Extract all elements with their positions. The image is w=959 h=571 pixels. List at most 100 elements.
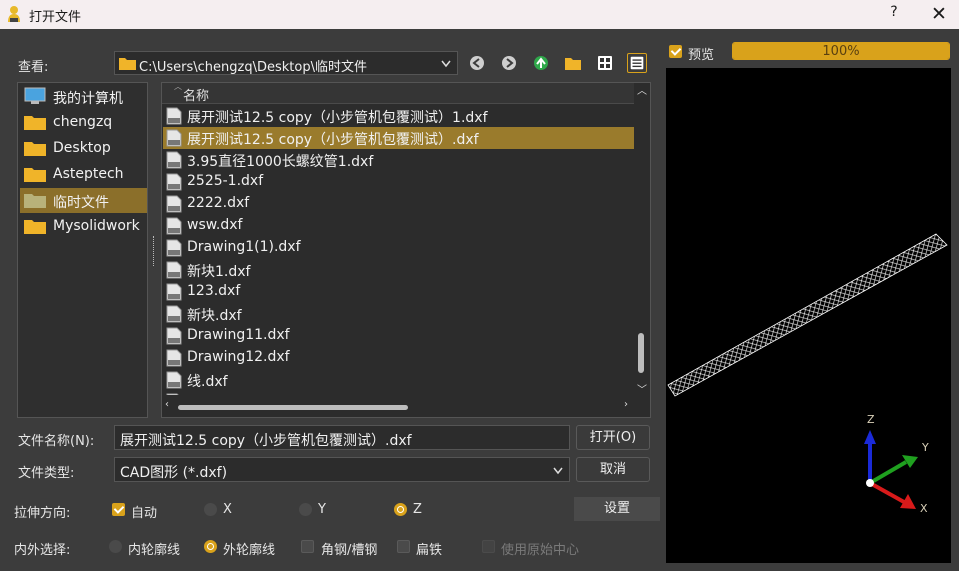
outer-contour-radio[interactable] — [204, 540, 217, 553]
chevron-down-icon — [553, 467, 563, 475]
file-row[interactable]: 线.dxf — [163, 369, 635, 391]
angle-steel-label: 角钢/槽钢 — [321, 543, 378, 558]
file-row[interactable]: 新块1.dxf — [163, 259, 635, 281]
flat-iron-checkbox[interactable] — [397, 540, 410, 553]
back-icon[interactable] — [467, 53, 487, 73]
forward-icon[interactable] — [499, 53, 519, 73]
column-header-name[interactable]: ︿ 名称 — [162, 83, 634, 104]
close-button[interactable]: ✕ — [924, 2, 954, 26]
scroll-down-icon[interactable]: ﹀ — [637, 381, 647, 396]
lookin-label: 查看: — [18, 60, 49, 75]
dxf-file-icon — [166, 349, 182, 367]
axis-y-label: Y — [921, 441, 929, 454]
dxf-file-icon — [166, 151, 182, 169]
file-row[interactable]: 2525-1.dxf — [163, 171, 635, 193]
sidebar-item-my-computer[interactable]: 我的计算机 — [20, 84, 147, 109]
scroll-up-icon[interactable]: ︿ — [637, 83, 647, 97]
sidebar-item-asteptech[interactable]: Asteptech — [20, 162, 147, 187]
sidebar-item-desktop[interactable]: Desktop — [20, 136, 147, 161]
inner-contour-label: 内轮廓线 — [128, 543, 181, 558]
contour-label: 内外选择: — [14, 543, 71, 558]
up-folder-icon[interactable] — [531, 53, 551, 73]
sidebar-item-mysolidwork[interactable]: Mysolidwork — [20, 214, 147, 239]
preview-progress: 100% — [732, 42, 950, 60]
dxf-file-icon — [166, 261, 182, 279]
file-list-hscroll[interactable]: ‹ › — [162, 395, 634, 417]
folder-icon — [24, 220, 46, 234]
file-row[interactable]: 2222.dxf — [163, 193, 635, 215]
sidebar-item-temp[interactable]: 临时文件 — [20, 188, 147, 213]
folder-icon — [24, 142, 46, 156]
scroll-right-icon[interactable]: › — [624, 399, 628, 410]
flat-iron-label: 扁铁 — [416, 543, 443, 558]
app-icon — [8, 6, 20, 22]
z-radio[interactable] — [394, 503, 407, 516]
y-radio-label: Y — [318, 502, 326, 517]
scroll-left-icon[interactable]: ‹ — [165, 399, 169, 410]
axis-z-label: Z — [867, 413, 875, 426]
hscroll-thumb[interactable] — [178, 405, 408, 410]
dxf-file-icon — [166, 129, 182, 147]
lookin-path: C:\Users\chengzq\Desktop\临时文件 — [139, 60, 367, 75]
auto-label: 自动 — [131, 506, 158, 521]
file-list-vscroll[interactable]: ︿ ﹀ — [634, 83, 650, 396]
angle-steel-checkbox[interactable] — [301, 540, 314, 553]
folder-icon — [119, 58, 136, 70]
panel-splitter[interactable] — [153, 236, 156, 266]
computer-icon — [24, 87, 46, 104]
filename-label: 文件名称(N): — [18, 434, 95, 449]
file-row[interactable]: Drawing11.dxf — [163, 325, 635, 347]
file-row[interactable]: 展开测试12.5 copy（小步管机包覆测试）.dxf — [163, 127, 635, 149]
file-list: ︿ 名称 展开测试12.5 copy（小步管机包覆测试）1.dxf 展开测试12.… — [161, 82, 651, 418]
folder-icon — [24, 168, 46, 182]
window-title: 打开文件 — [29, 10, 82, 25]
new-folder-icon[interactable] — [563, 53, 583, 73]
z-radio-label: Z — [413, 502, 422, 517]
sort-indicator-icon: ︿ — [174, 82, 182, 91]
settings-button[interactable]: 设置 — [574, 497, 660, 521]
file-row[interactable]: 123.dxf — [163, 281, 635, 303]
file-row[interactable]: 3.95直径1000长螺纹管1.dxf — [163, 149, 635, 171]
file-row[interactable]: Drawing1(1).dxf — [163, 237, 635, 259]
x-radio[interactable] — [204, 503, 217, 516]
file-row[interactable]: Drawing12.dxf — [163, 347, 635, 369]
inner-contour-radio[interactable] — [109, 540, 122, 553]
dxf-file-icon — [166, 239, 182, 257]
file-row[interactable]: 展开测试12.5 copy（小步管机包覆测试）1.dxf — [163, 105, 635, 127]
filename-input[interactable]: 展开测试12.5 copy（小步管机包覆测试）.dxf — [114, 425, 570, 450]
lookin-combo[interactable]: C:\Users\chengzq\Desktop\临时文件 — [114, 51, 458, 75]
dxf-file-icon — [166, 107, 182, 125]
folder-icon — [24, 194, 46, 208]
open-button[interactable]: 打开(O) — [576, 425, 650, 450]
axes-gizmo: Z Y X — [864, 413, 929, 515]
dxf-file-icon — [166, 371, 182, 389]
title-bar: 打开文件 ? ✕ — [0, 0, 959, 29]
filetype-label: 文件类型: — [18, 466, 75, 481]
preview-checkbox[interactable] — [669, 45, 682, 58]
dxf-file-icon — [166, 195, 182, 213]
progress-text: 100% — [822, 44, 860, 59]
x-radio-label: X — [223, 502, 232, 517]
mesh-part — [667, 233, 948, 397]
places-sidebar: 我的计算机 chengzq Desktop Asteptech 临时文件 Mys… — [17, 82, 148, 418]
icon-view-icon[interactable] — [595, 53, 615, 73]
list-view-icon[interactable] — [627, 53, 647, 73]
preview-label: 预览 — [688, 48, 715, 63]
y-radio[interactable] — [299, 503, 312, 516]
dxf-file-icon — [166, 173, 182, 191]
origin-center-checkbox[interactable] — [482, 540, 495, 553]
cancel-button[interactable]: 取消 — [576, 457, 650, 482]
file-row[interactable]: 新块.dxf — [163, 303, 635, 325]
folder-icon — [24, 116, 46, 130]
outer-contour-label: 外轮廓线 — [223, 543, 276, 558]
dxf-file-icon — [166, 305, 182, 323]
filetype-select[interactable]: CAD图形 (*.dxf) — [114, 457, 570, 482]
dxf-file-icon — [166, 283, 182, 301]
origin-center-label: 使用原始中心 — [501, 543, 580, 558]
vscroll-thumb[interactable] — [638, 333, 644, 373]
auto-checkbox[interactable] — [112, 503, 125, 516]
help-button[interactable]: ? — [882, 4, 906, 24]
file-row[interactable]: wsw.dxf — [163, 215, 635, 237]
chevron-down-icon — [441, 60, 451, 68]
sidebar-item-chengzq[interactable]: chengzq — [20, 110, 147, 135]
